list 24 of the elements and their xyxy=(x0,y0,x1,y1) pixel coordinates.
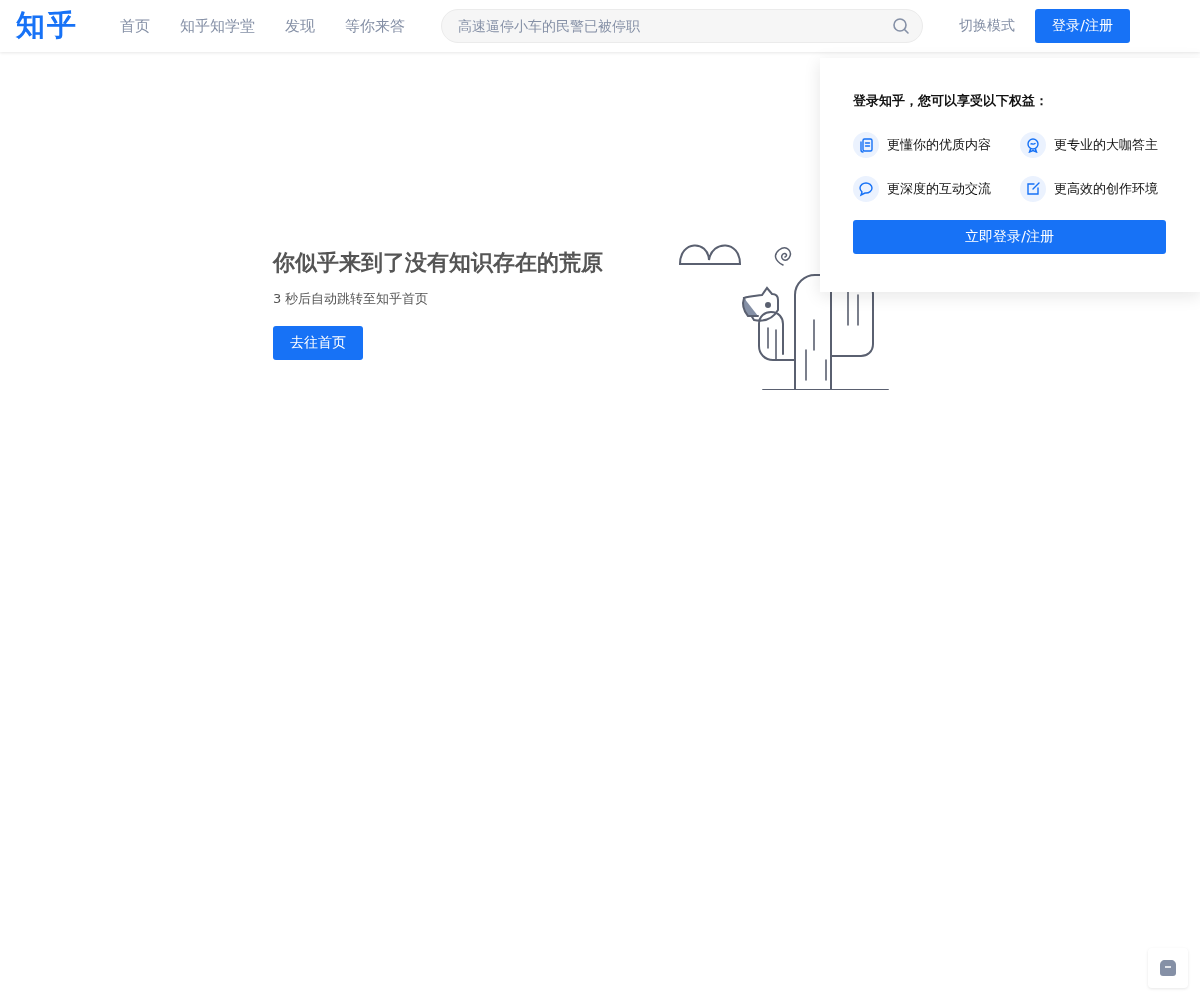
benefit-label: 更懂你的优质内容 xyxy=(887,136,991,154)
error-title: 你似乎来到了没有知识存在的荒原 xyxy=(273,249,604,277)
nav-link[interactable]: 等你来答 xyxy=(345,16,405,36)
logo[interactable]: 知乎 xyxy=(16,6,84,46)
nav-link[interactable]: 首页 xyxy=(120,16,150,36)
popup-title: 登录知乎，您可以享受以下权益： xyxy=(853,92,1049,110)
login-button[interactable]: 登录/注册 xyxy=(1035,9,1130,43)
login-now-button[interactable]: 立即登录/注册 xyxy=(853,220,1166,254)
badge-icon xyxy=(1020,132,1046,158)
search-field[interactable]: 高速逼停小车的民警已被停职 xyxy=(441,9,923,43)
benefit-label: 更高效的创作环境 xyxy=(1054,180,1158,198)
mode-toggle-link[interactable]: 切换模式 xyxy=(959,17,1015,35)
benefit-label: 更专业的大咖答主 xyxy=(1054,136,1158,154)
box-icon xyxy=(1158,959,1178,977)
edit-icon xyxy=(1020,176,1046,202)
search-icon[interactable] xyxy=(892,17,910,35)
chat-bubble-icon xyxy=(853,176,879,202)
home-button[interactable]: 去往首页 xyxy=(273,326,363,360)
document-icon xyxy=(853,132,879,158)
benefit-label: 更深度的互动交流 xyxy=(887,180,991,198)
nav-link[interactable]: 知乎知学堂 xyxy=(180,16,255,36)
feedback-button[interactable] xyxy=(1148,948,1188,988)
redirect-notice: 3 秒后自动跳转至知乎首页 xyxy=(273,290,430,308)
nav-link[interactable]: 发现 xyxy=(285,16,315,36)
